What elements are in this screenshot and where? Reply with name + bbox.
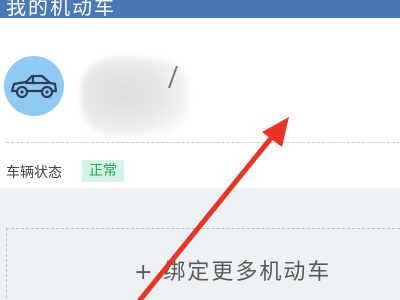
- bind-more-vehicle-button[interactable]: + 绑定更多机动车: [134, 254, 331, 286]
- bind-more-border-top: [6, 228, 400, 229]
- page-title: 我的机动车: [6, 0, 116, 19]
- car-icon: [10, 74, 58, 99]
- page-header: 我的机动车: [0, 0, 400, 19]
- license-plate-blurred: [82, 58, 188, 136]
- card-divider: [6, 142, 400, 143]
- bind-more-section: + 绑定更多机动车: [0, 196, 400, 300]
- vehicle-avatar: [4, 56, 64, 116]
- vehicle-status-label: 车辆状态: [6, 165, 62, 181]
- status-badge: 正常: [82, 160, 124, 182]
- bind-more-border-left: [6, 228, 7, 300]
- vehicle-card[interactable]: 车辆状态 正常: [0, 18, 400, 188]
